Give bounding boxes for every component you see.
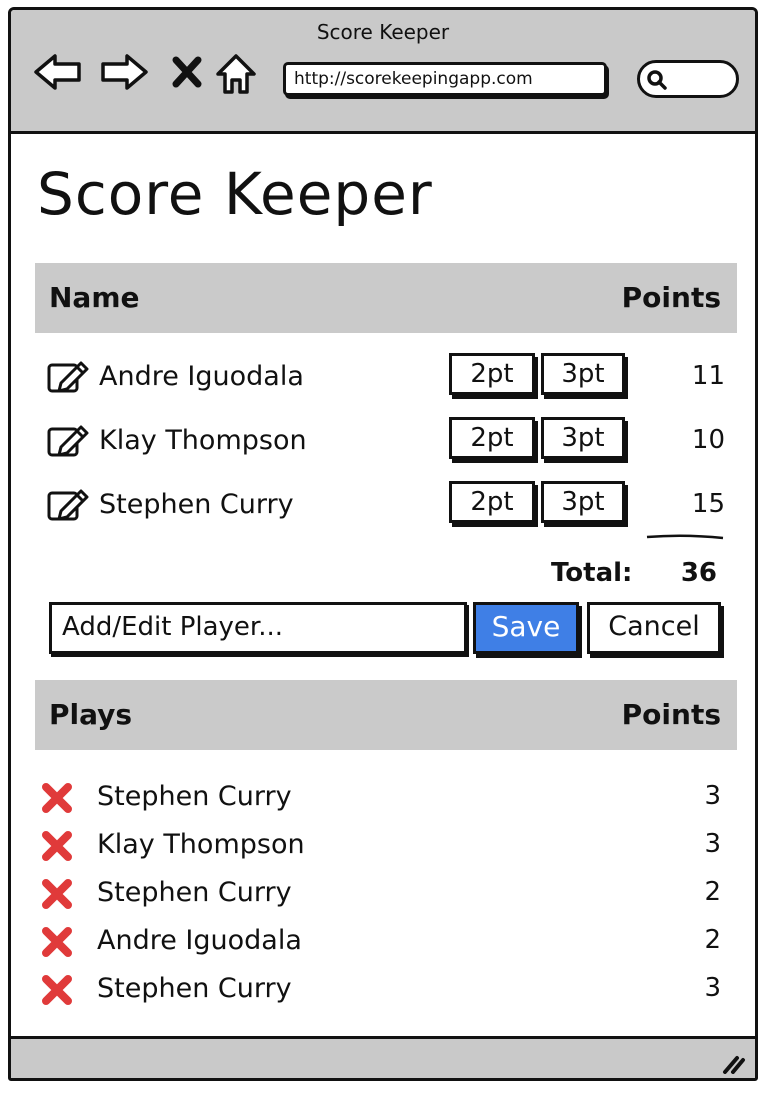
plays-points-column-header: Points [621, 698, 721, 731]
edit-icon[interactable] [47, 359, 91, 399]
status-bar [11, 1036, 755, 1078]
add-2pt-button[interactable]: 2pt [449, 417, 535, 459]
player-name: Stephen Curry [99, 489, 294, 520]
play-player-name: Stephen Curry [97, 781, 292, 812]
player-name-input[interactable]: Add/Edit Player... [49, 602, 467, 654]
play-player-name: Klay Thompson [97, 829, 305, 860]
player-row: Andre Iguodala 2pt 3pt 11 [47, 353, 737, 401]
play-row: Klay Thompson 3 [41, 825, 721, 865]
play-points: 3 [704, 781, 721, 811]
delete-icon[interactable] [41, 783, 73, 817]
back-arrow-icon[interactable] [33, 52, 81, 92]
play-points: 2 [704, 925, 721, 955]
total-value: 36 [680, 558, 717, 588]
player-points: 15 [691, 489, 725, 519]
total-label: Total: [551, 558, 633, 588]
stop-icon[interactable] [171, 52, 211, 92]
delete-icon[interactable] [41, 975, 73, 1009]
play-points: 2 [704, 877, 721, 907]
add-2pt-button[interactable]: 2pt [449, 481, 535, 523]
page-title: Score Keeper [37, 160, 433, 228]
forward-arrow-icon[interactable] [99, 52, 148, 92]
points-column-header: Points [621, 281, 721, 314]
plays-column-header: Plays [49, 698, 133, 731]
name-column-header: Name [49, 281, 140, 314]
add-2pt-button[interactable]: 2pt [449, 353, 535, 395]
total-divider [646, 534, 724, 540]
player-row: Stephen Curry 2pt 3pt 15 [47, 481, 737, 529]
play-row: Andre Iguodala 2 [41, 921, 721, 961]
url-bar[interactable]: http://scorekeepingapp.com [283, 62, 607, 96]
browser-window: Score Keeper http://scorekeepingapp.com … [8, 7, 758, 1081]
search-field[interactable] [637, 60, 739, 98]
add-3pt-button[interactable]: 3pt [541, 353, 625, 395]
add-3pt-button[interactable]: 3pt [541, 481, 625, 523]
add-3pt-button[interactable]: 3pt [541, 417, 625, 459]
play-player-name: Stephen Curry [97, 877, 292, 908]
play-player-name: Andre Iguodala [97, 925, 302, 956]
play-row: Stephen Curry 2 [41, 873, 721, 913]
play-points: 3 [704, 829, 721, 859]
player-points: 11 [691, 361, 725, 391]
search-icon [647, 70, 667, 90]
players-table-header: Name Points [35, 263, 737, 333]
edit-icon[interactable] [47, 423, 91, 463]
player-row: Klay Thompson 2pt 3pt 10 [47, 417, 737, 465]
play-points: 3 [704, 973, 721, 1003]
player-name: Andre Iguodala [99, 361, 304, 392]
play-player-name: Stephen Curry [97, 973, 292, 1004]
delete-icon[interactable] [41, 879, 73, 913]
home-icon[interactable] [215, 52, 256, 94]
cancel-button[interactable]: Cancel [587, 602, 721, 654]
delete-icon[interactable] [41, 831, 73, 865]
player-name: Klay Thompson [99, 425, 307, 456]
play-row: Stephen Curry 3 [41, 777, 721, 817]
delete-icon[interactable] [41, 927, 73, 961]
resize-grip-icon[interactable] [719, 1052, 747, 1074]
window-title: Score Keeper [316, 20, 450, 44]
plays-table-header: Plays Points [35, 680, 737, 750]
browser-toolbar: Score Keeper http://scorekeepingapp.com [11, 10, 755, 134]
edit-icon[interactable] [47, 487, 91, 527]
save-button[interactable]: Save [473, 602, 579, 654]
play-row: Stephen Curry 3 [41, 969, 721, 1009]
player-points: 10 [691, 425, 725, 455]
